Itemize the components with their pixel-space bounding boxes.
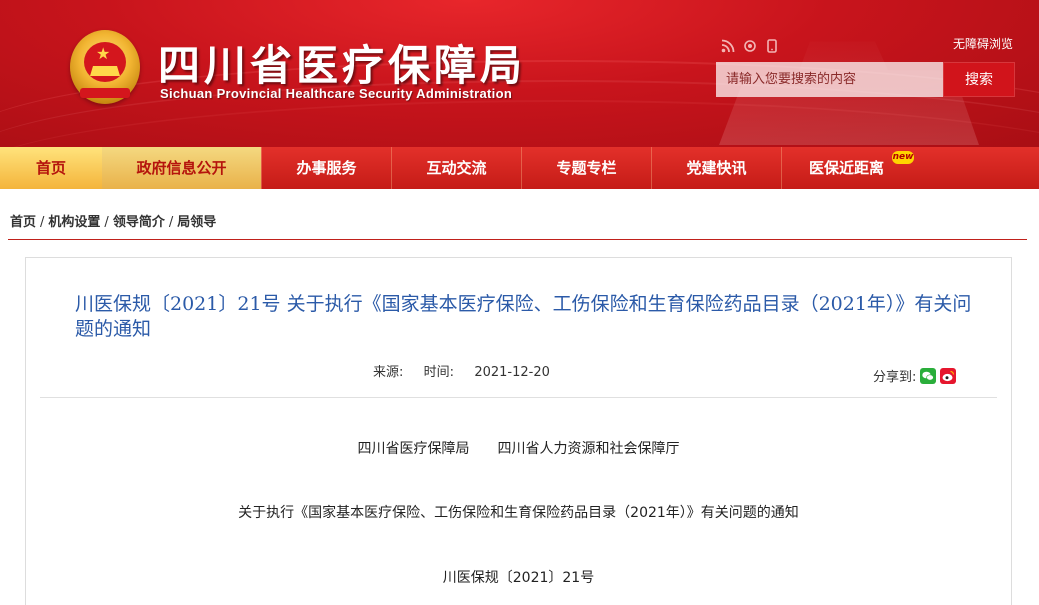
weibo-icon[interactable] [940,367,957,384]
document-number: 川医保规〔2021〕21号 [442,570,595,586]
mobile-icon[interactable] [764,38,780,54]
breadcrumb-divider [8,239,1027,240]
issuing-authorities: 四川省医疗保障局 四川省人力资源和社会保障厅 [357,441,680,457]
share-bar: 分享到: [873,366,957,385]
rss-icon[interactable] [720,38,736,54]
header-tools [720,38,780,54]
site-title[interactable]: 四川省医疗保障局 [158,32,526,93]
notice-heading: 关于执行《国家基本医疗保险、工伤保险和生育保险药品目录（2021年）》有关问题的… [238,505,799,521]
time-label: 时间: [423,365,455,380]
settings-icon[interactable] [742,38,758,54]
article-title: 川医保规〔2021〕21号 关于执行《国家基本医疗保险、工伤保险和生育保险药品目… [75,293,972,340]
source-label: 来源: [373,365,404,380]
breadcrumb-item-org[interactable]: 机构设置 [48,215,100,230]
nav-item-services[interactable]: 办事服务 [262,147,391,189]
breadcrumb-separator: / [40,215,45,230]
nav-item-medical-close[interactable]: 医保近距离 [782,147,911,189]
search-input[interactable]: 请输入您要搜索的内容 [716,62,944,97]
nav-item-party-news[interactable]: 党建快讯 [652,147,781,189]
accessible-browse-link[interactable]: 无障碍浏览 [953,35,1013,52]
breadcrumb-item-leaders-intro[interactable]: 领导简介 [113,215,165,230]
site-subtitle: Sichuan Provincial Healthcare Security A… [160,86,513,101]
main-nav: 首页 政府信息公开 办事服务 互动交流 专题专栏 党建快讯 医保近距离 [0,147,1039,189]
breadcrumb-separator: / [168,215,174,230]
share-label: 分享到: [873,370,917,385]
breadcrumb: 首页 / 机构设置 / 领导简介 / 局领导 [10,211,216,230]
article-meta: 来源: 时间: 2021-12-20 [373,361,550,380]
breadcrumb-item-home[interactable]: 首页 [10,215,36,230]
breadcrumb-item-bureau-leaders[interactable]: 局领导 [177,215,216,230]
breadcrumb-separator: / [104,215,109,230]
nav-item-home[interactable]: 首页 [0,147,102,189]
national-emblem-icon[interactable]: ★ [70,30,140,104]
nav-item-topics[interactable]: 专题专栏 [522,147,651,189]
new-badge: new [892,151,914,164]
search-button[interactable]: 搜索 [943,62,1015,97]
wechat-icon[interactable] [920,367,937,384]
article-divider [40,397,997,398]
publish-date: 2021-12-20 [474,365,550,380]
nav-item-gov-info[interactable]: 政府信息公开 [102,147,261,189]
nav-item-interaction[interactable]: 互动交流 [392,147,521,189]
